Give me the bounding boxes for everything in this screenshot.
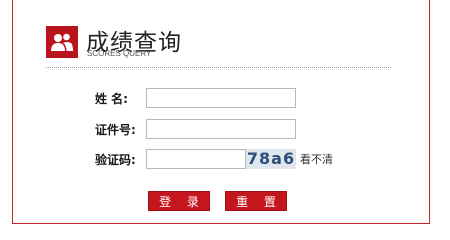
captcha-image[interactable]: 78a6 — [246, 149, 296, 169]
name-input[interactable] — [146, 88, 296, 108]
captcha-refresh-link[interactable]: 看不清 — [300, 149, 333, 171]
reset-button[interactable]: 重 置 — [225, 191, 287, 211]
id-number-label: 证件号: — [95, 123, 136, 137]
name-label: 姓 名: — [95, 92, 128, 106]
id-number-input[interactable] — [146, 119, 296, 139]
users-icon — [46, 26, 78, 58]
login-button[interactable]: 登 录 — [148, 191, 210, 211]
captcha-input[interactable] — [146, 149, 246, 169]
page-subtitle: SCORES QUERY — [87, 49, 152, 58]
captcha-label: 验证码: — [95, 153, 136, 167]
header-divider — [46, 67, 391, 68]
